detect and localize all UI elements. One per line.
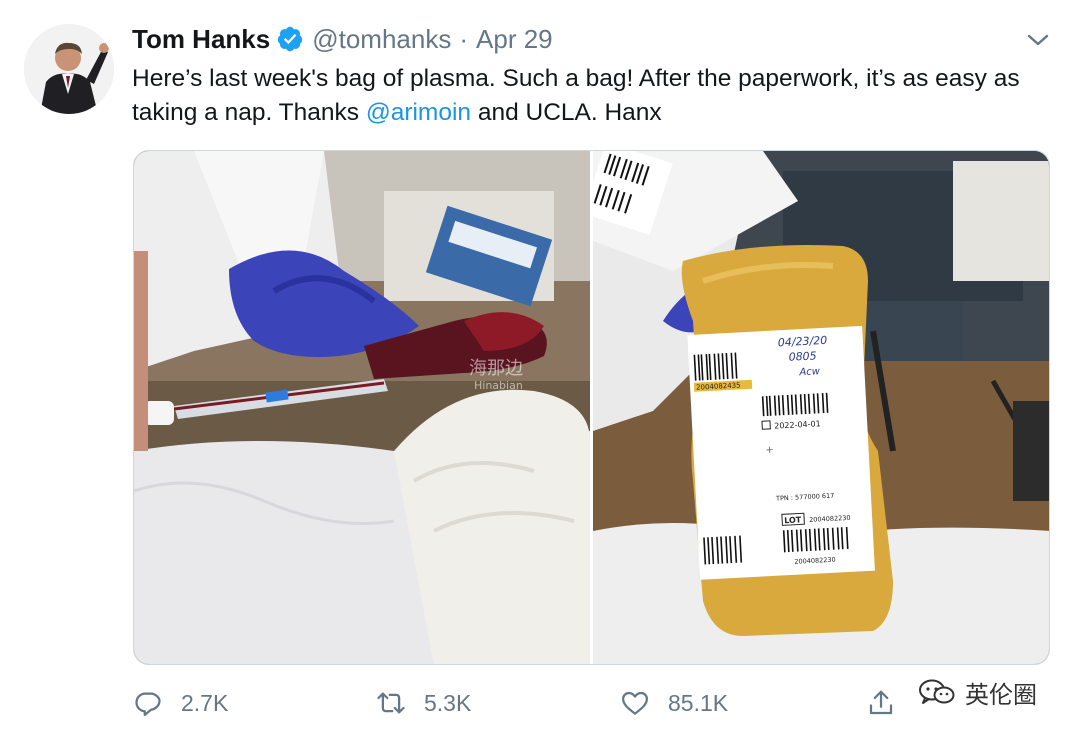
separator-dot: · [459, 23, 469, 54]
like-count: 85.1K [668, 689, 729, 716]
tweet-header: Tom Hanks @tomhanks · Apr 29 [132, 22, 553, 56]
reply-count: 2.7K [181, 689, 229, 716]
avatar[interactable] [24, 24, 114, 114]
avatar-image [24, 24, 114, 114]
photo-watermark-en: Hinabian [474, 379, 523, 392]
chevron-down-icon[interactable] [1024, 28, 1052, 52]
retweet-button[interactable]: 5.3K [376, 678, 471, 728]
tweet-text-after: and UCLA. Hanx [471, 99, 662, 126]
bag-label-lot-tag: LOT [784, 515, 802, 525]
like-button[interactable]: 85.1K [620, 678, 728, 728]
share-button[interactable] [866, 678, 896, 728]
share-icon [869, 690, 893, 715]
plasma-bag-photo: 04/23/20 0805 Acw 2004082435 2022-04-01 … [593, 151, 1049, 664]
tweet-date[interactable]: Apr 29 [476, 24, 553, 55]
reply-button[interactable]: 2.7K [133, 678, 228, 728]
tweet: Tom Hanks @tomhanks · Apr 29 Here’s last… [0, 0, 1080, 737]
bag-label-initials: Acw [798, 366, 821, 378]
retweet-count: 5.3K [424, 689, 472, 716]
tweet-text: Here’s last week's bag of plasma. Such a… [132, 62, 1062, 130]
verified-badge-icon [276, 25, 304, 53]
reply-icon [135, 692, 161, 716]
bag-label-time: 0805 [788, 349, 817, 363]
svg-text:+: + [765, 445, 774, 456]
photo-right[interactable]: 04/23/20 0805 Acw 2004082435 2022-04-01 … [593, 151, 1049, 664]
bag-label-date: 04/23/20 [778, 334, 828, 350]
retweet-icon [377, 692, 405, 714]
watermark-text: 英伦圈 [965, 681, 1037, 709]
photo-watermark-cn: 海那边 [469, 358, 523, 379]
media-grid: 海那边 Hinabian 04/23/20 0805 Acw 200408243… [133, 150, 1050, 665]
photo-left[interactable]: 海那边 Hinabian [134, 151, 590, 664]
heart-icon [622, 691, 648, 715]
author-name[interactable]: Tom Hanks [132, 24, 270, 55]
mention-link[interactable]: @arimoin [366, 99, 471, 126]
wechat-watermark: 英伦圈 [917, 672, 1037, 712]
author-handle[interactable]: @tomhanks [312, 24, 451, 55]
wechat-icon [919, 679, 955, 704]
plasma-draw-photo: 海那边 Hinabian [134, 151, 590, 664]
